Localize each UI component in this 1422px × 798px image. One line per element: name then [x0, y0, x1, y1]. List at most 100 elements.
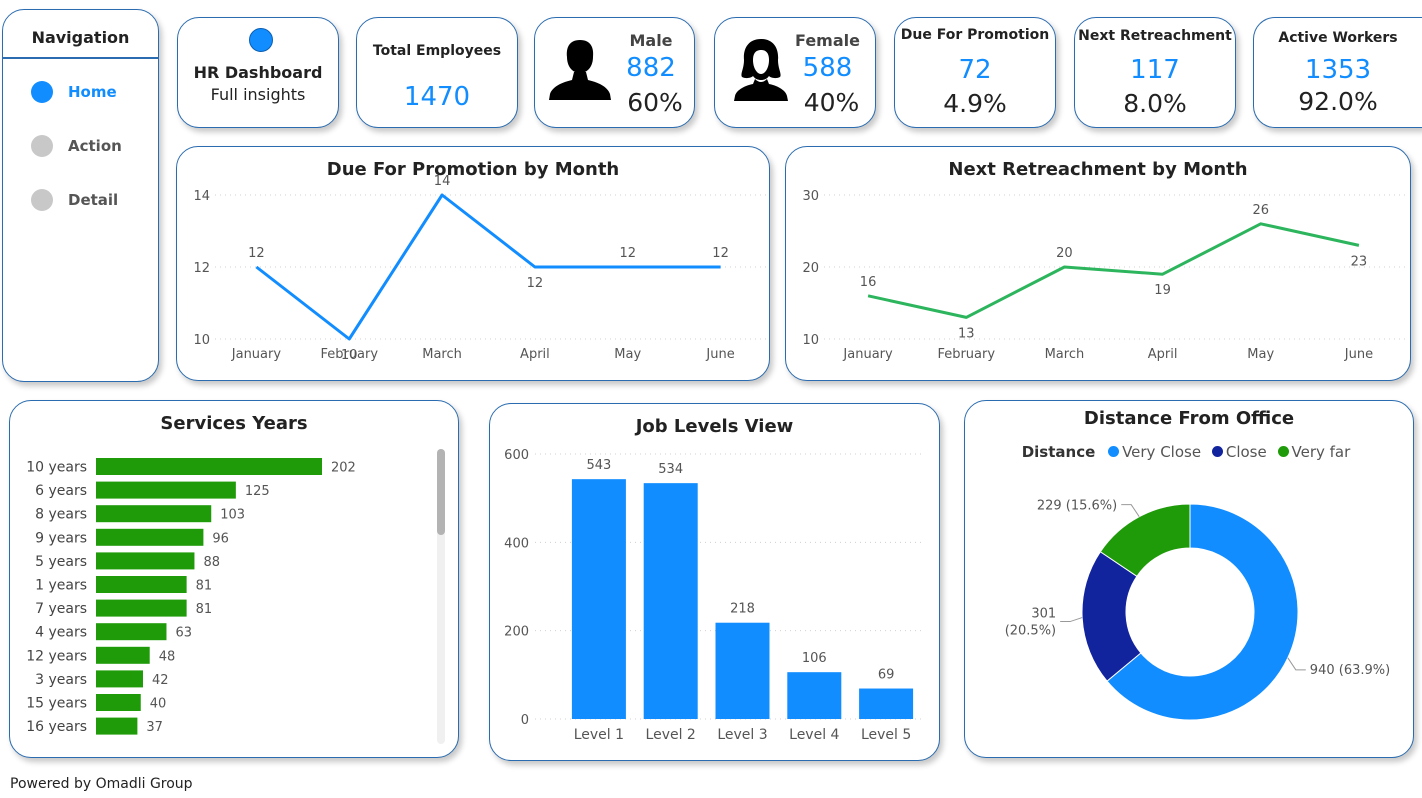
- legend-title: Distance: [1021, 443, 1096, 461]
- nav-dot-icon: [31, 81, 53, 103]
- data-label: 301: [1031, 607, 1056, 622]
- x-tick-label: Level 3: [717, 727, 767, 743]
- nav-item-action[interactable]: Action: [31, 135, 122, 157]
- y-tick-label: 14: [193, 189, 210, 204]
- due-for-promotion-card: Due For Promotion 72 4.9%: [894, 17, 1056, 128]
- bar: [643, 483, 698, 719]
- next-retrenchment-card: Next Retreachment 117 8.0%: [1074, 17, 1236, 128]
- kpi-value: 1353: [1304, 55, 1372, 85]
- category-label: 12 years: [26, 648, 87, 664]
- legend-item[interactable]: Very Close: [1108, 443, 1201, 461]
- kpi-percentage: 92.0%: [1298, 87, 1378, 116]
- kpi-value: 1470: [403, 82, 471, 112]
- data-label: 940 (63.9%): [1310, 663, 1390, 678]
- kpi-label: Female: [795, 31, 860, 50]
- leader-line: [1287, 657, 1306, 671]
- data-label: 19: [1154, 283, 1171, 298]
- status-dot-icon: [249, 28, 273, 52]
- kpi-label: Active Workers: [1278, 30, 1398, 46]
- legend-item[interactable]: Close: [1211, 443, 1267, 461]
- data-label: 229 (15.6%): [1037, 499, 1117, 514]
- y-tick-label: 30: [802, 189, 819, 204]
- category-label: 15 years: [26, 696, 87, 712]
- category-label: 4 years: [35, 625, 87, 641]
- series-line: [867, 222, 1360, 319]
- y-tick-label: 0: [521, 713, 529, 728]
- x-tick-label: April: [520, 347, 550, 362]
- data-label: 125: [245, 484, 270, 499]
- legend-dot-icon: [1108, 446, 1120, 457]
- active-workers-card: Active Workers 1353 92.0%: [1253, 17, 1422, 128]
- dashboard-subtitle: Full insights: [210, 85, 306, 104]
- data-label: 81: [196, 579, 213, 594]
- category-label: 1 years: [35, 578, 87, 594]
- data-label: 26: [1252, 203, 1269, 218]
- data-label: 218: [730, 602, 755, 617]
- female-icon: [734, 39, 788, 101]
- kpi-label: Total Employees: [372, 43, 502, 59]
- data-label: 543: [586, 458, 611, 473]
- bar: [715, 622, 770, 719]
- x-tick-label: Level 2: [646, 727, 696, 743]
- data-label: 10: [341, 348, 358, 363]
- bar: [96, 528, 204, 546]
- data-label: 48: [159, 649, 176, 664]
- data-label: 202: [331, 461, 356, 476]
- x-tick-label: Level 4: [789, 727, 839, 743]
- nav-item-home[interactable]: Home: [31, 81, 117, 103]
- bar: [96, 670, 143, 688]
- bar: [96, 505, 212, 523]
- data-label: 81: [196, 602, 213, 617]
- bar: [96, 646, 150, 664]
- line-chart-svg: 10 20 30 January February March April May June 16…: [802, 189, 1408, 362]
- legend-dot-icon: [1211, 446, 1223, 457]
- bar: [96, 694, 141, 711]
- data-label: 103: [220, 508, 245, 523]
- nav-item-detail[interactable]: Detail: [31, 189, 118, 211]
- line-chart-svg: 101214January February March April May June12…: [193, 174, 767, 363]
- legend-dot-icon: [1277, 446, 1289, 457]
- footer-credit: Powered by Omadli Group: [10, 776, 193, 792]
- bar: [96, 623, 167, 641]
- y-tick-label: 10: [802, 333, 819, 348]
- category-label: 7 years: [35, 601, 87, 617]
- kpi-percentage: 4.9%: [943, 89, 1007, 118]
- retrenchment-by-month-chart: Next Retreachment by Month 10 20 30 January…: [785, 146, 1411, 381]
- dashboard-title: HR Dashboard: [193, 63, 323, 82]
- legend-label: Very far: [1291, 443, 1351, 461]
- navigation-title: Navigation: [31, 28, 130, 47]
- total-employees-card: Total Employees 1470: [356, 17, 518, 128]
- vbar-chart-svg: 0 200 400 600 543 Level 1 534 Level 2 218 Level 3…: [504, 448, 922, 743]
- scrollbar-thumb[interactable]: [437, 449, 445, 535]
- data-label: 23: [1351, 254, 1368, 269]
- data-label: 40: [150, 697, 167, 712]
- kpi-percentage: 40%: [803, 88, 860, 117]
- kpi-percentage: 8.0%: [1123, 89, 1187, 118]
- bar: [787, 672, 842, 719]
- bar: [859, 688, 914, 719]
- data-label: 20: [1056, 246, 1073, 261]
- kpi-percentage: 60%: [627, 88, 683, 117]
- promotion-by-month-chart: Due For Promotion by Month 10 12 14 January…: [176, 146, 770, 381]
- female-card: Female 588 40%: [714, 17, 876, 128]
- category-label: 3 years: [35, 672, 87, 688]
- x-tick-label: May: [1247, 347, 1274, 362]
- kpi-label: Male: [629, 31, 673, 50]
- y-tick-label: 200: [504, 625, 529, 640]
- legend-item[interactable]: Very far: [1277, 443, 1351, 461]
- x-tick-label: Level 1: [574, 727, 624, 743]
- x-tick-label: June: [1344, 347, 1373, 362]
- y-tick-label: 10: [193, 333, 210, 348]
- data-label: 106: [802, 651, 827, 666]
- data-label: 96: [212, 531, 229, 546]
- data-label: 12: [619, 246, 636, 261]
- kpi-label: Next Retreachment: [1078, 28, 1232, 44]
- category-label: 16 years: [26, 719, 87, 735]
- data-label: 37: [146, 720, 163, 735]
- data-label: (20.5%): [1005, 624, 1056, 639]
- bar: [96, 717, 138, 735]
- nav-item-label: Detail: [68, 191, 119, 209]
- kpi-value: 117: [1130, 55, 1180, 85]
- x-tick-label: March: [422, 347, 462, 362]
- nav-item-label: Action: [68, 137, 122, 155]
